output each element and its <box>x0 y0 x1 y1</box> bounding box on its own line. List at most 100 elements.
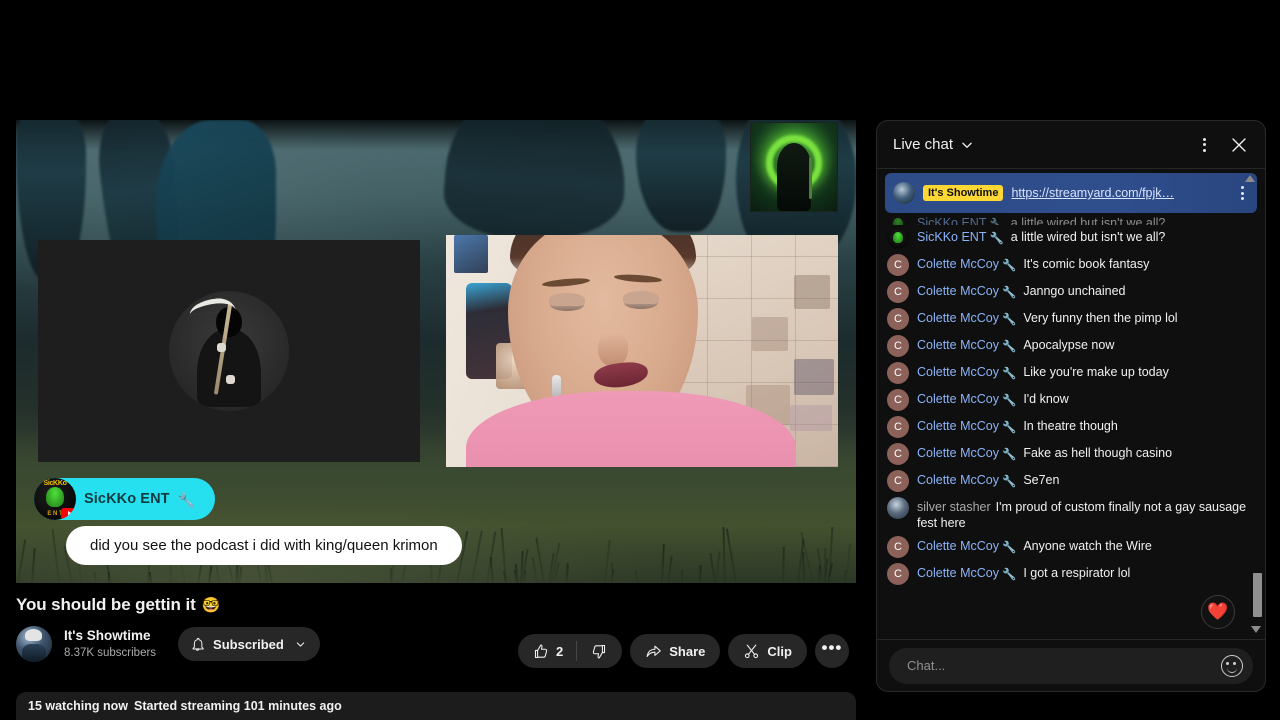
avatar[interactable] <box>887 215 909 225</box>
pinned-author-badge: It's Showtime <box>923 185 1003 201</box>
avatar[interactable]: C <box>887 536 909 558</box>
chat-input[interactable]: Chat... <box>889 648 1253 684</box>
avatar[interactable] <box>887 227 909 249</box>
scroll-down-arrow-icon[interactable] <box>1251 626 1261 633</box>
scroll-up-arrow-icon[interactable] <box>1245 175 1255 182</box>
chat-message-text: I got a respirator lol <box>1023 566 1130 580</box>
dislike-button[interactable] <box>577 634 622 668</box>
chat-message-text: It's comic book fantasy <box>1023 257 1149 271</box>
subscribed-button[interactable]: Subscribed <box>178 627 320 661</box>
chat-message-author[interactable]: Colette McCoy <box>917 419 999 433</box>
chat-message-text: Anyone watch the Wire <box>1023 539 1152 553</box>
chat-message-author[interactable]: Colette McCoy <box>917 392 999 406</box>
avatar[interactable]: C <box>887 281 909 303</box>
chat-message-author[interactable]: SicKKo ENT <box>917 230 986 244</box>
thumbs-down-icon <box>590 643 607 660</box>
wrench-icon: 🔧 <box>1002 312 1016 328</box>
chat-message-list[interactable]: SicKKo ENT 🔧 a little wired but isn't we a… <box>877 213 1265 639</box>
avatar[interactable]: C <box>887 335 909 357</box>
avatar[interactable] <box>16 626 52 662</box>
chat-message-body: Colette McCoy 🔧 Janngo unchained <box>917 283 1247 300</box>
chat-message-text: Like you're make up today <box>1023 365 1169 379</box>
chat-message-author[interactable]: Colette McCoy <box>917 539 999 553</box>
chat-input-placeholder: Chat... <box>907 658 1221 673</box>
chat-message-body: Colette McCoy 🔧 Fake as hell though casino <box>917 445 1247 462</box>
pinned-message[interactable]: It's Showtime https://streamyard.com/fpj… <box>885 173 1257 213</box>
wrench-icon: 🔧 <box>1002 540 1016 556</box>
chat-message[interactable]: C Colette McCoy 🔧 I'd know <box>877 387 1265 414</box>
avatar[interactable]: C <box>887 470 909 492</box>
chat-message-author[interactable]: Colette McCoy <box>917 446 999 460</box>
avatar[interactable]: C <box>887 362 909 384</box>
chat-message-author[interactable]: Colette McCoy <box>917 311 999 325</box>
overlay-speech-text: did you see the podcast i did with king/… <box>90 537 438 554</box>
like-button[interactable]: 2 <box>518 634 576 668</box>
chat-message[interactable]: C Colette McCoy 🔧 Fake as hell though casin… <box>877 441 1265 468</box>
chat-message-author[interactable]: Colette McCoy <box>917 257 999 271</box>
chat-message-author[interactable]: Colette McCoy <box>917 365 999 379</box>
bell-icon <box>190 636 205 652</box>
pinned-more-button[interactable] <box>1233 186 1251 200</box>
chat-message[interactable]: C Colette McCoy 🔧 I got a respirator lol <box>877 561 1265 588</box>
chat-options-menu-button[interactable] <box>1189 130 1219 160</box>
avatar[interactable]: C <box>887 389 909 411</box>
overlay-speech-bubble: did you see the podcast i did with king/… <box>66 526 462 565</box>
grim-reaper-icon <box>169 291 289 411</box>
chat-message[interactable]: C Colette McCoy 🔧 It's comic book fantasy <box>877 252 1265 279</box>
chat-message-body: SicKKo ENT 🔧 a little wired but isn't we a… <box>917 215 1247 225</box>
overlay-name-label: SicKKo ENT <box>84 491 170 507</box>
chat-message-body: Colette McCoy 🔧 It's comic book fantasy <box>917 256 1247 273</box>
video-action-buttons: 2 Share Clip ••• <box>518 634 849 668</box>
clip-button[interactable]: Clip <box>728 634 807 668</box>
channel-name[interactable]: It's Showtime <box>64 628 156 645</box>
chevron-down-icon[interactable] <box>960 138 974 152</box>
avatar <box>893 182 915 204</box>
chat-message[interactable]: SicKKo ENT 🔧 a little wired but isn't we a… <box>877 215 1265 225</box>
heart-icon: ❤️ <box>1207 602 1228 622</box>
avatar[interactable]: C <box>887 308 909 330</box>
more-actions-button[interactable]: ••• <box>815 634 849 668</box>
chat-message[interactable]: silver stasher I'm proud of custom finall… <box>877 495 1265 534</box>
chat-message[interactable]: C Colette McCoy 🔧 Janngo unchained <box>877 279 1265 306</box>
heart-reaction-button[interactable]: ❤️ <box>1201 595 1235 629</box>
chat-message-body: Colette McCoy 🔧 Apocalypse now <box>917 337 1247 354</box>
chat-input-bar: Chat... <box>877 639 1265 691</box>
chat-message-author[interactable]: Colette McCoy <box>917 338 999 352</box>
avatar[interactable]: C <box>887 443 909 465</box>
close-icon[interactable] <box>1223 129 1255 161</box>
pip-thumbnail[interactable] <box>750 122 838 212</box>
chat-message-text: Fake as hell though casino <box>1023 446 1172 460</box>
chat-message[interactable]: C Colette McCoy 🔧 Apocalypse now <box>877 333 1265 360</box>
emoji-picker-icon[interactable] <box>1221 655 1243 677</box>
chat-message[interactable]: C Colette McCoy 🔧 In theatre though <box>877 414 1265 441</box>
chat-message-text: Janngo unchained <box>1023 284 1125 298</box>
chat-message-body: Colette McCoy 🔧 Very funny then the pimp l… <box>917 310 1247 327</box>
chat-message-author[interactable]: silver stasher <box>917 500 991 514</box>
chat-message[interactable]: C Colette McCoy 🔧 Se7en <box>877 468 1265 495</box>
chat-message[interactable]: C Colette McCoy 🔧 Like you're make up today <box>877 360 1265 387</box>
chat-message[interactable]: C Colette McCoy 🔧 Anyone watch the Wire <box>877 534 1265 561</box>
chat-scrollbar[interactable] <box>1253 573 1262 617</box>
chat-message[interactable]: SicKKo ENT 🔧 a little wired but isn't we a… <box>877 225 1265 252</box>
thumbs-up-icon <box>533 643 550 660</box>
wrench-icon: 🔧 <box>1002 258 1016 274</box>
avatar[interactable]: C <box>887 416 909 438</box>
page-title: You should be gettin it 🤓 <box>16 595 856 615</box>
avatar[interactable] <box>887 497 909 519</box>
chat-message-author[interactable]: SicKKo ENT <box>917 216 986 225</box>
pinned-link[interactable]: https://streamyard.com/fpjk… <box>1011 186 1225 200</box>
video-player[interactable]: SicKKo E N T SicKKo ENT 🔧 did you see th… <box>16 120 856 583</box>
chat-message-text: I'd know <box>1023 392 1068 406</box>
chat-message-author[interactable]: Colette McCoy <box>917 284 999 298</box>
chat-message-text: a little wired but isn't we all? <box>1011 216 1166 225</box>
chat-message-text: a little wired but isn't we all? <box>1011 230 1166 244</box>
chat-message-author[interactable]: Colette McCoy <box>917 566 999 580</box>
avatar[interactable]: C <box>887 254 909 276</box>
avatar[interactable]: C <box>887 563 909 585</box>
chevron-down-icon <box>295 639 306 650</box>
chat-message[interactable]: C Colette McCoy 🔧 Very funny then the pimp … <box>877 306 1265 333</box>
chat-message-author[interactable]: Colette McCoy <box>917 473 999 487</box>
share-button[interactable]: Share <box>630 634 720 668</box>
chat-message-body: Colette McCoy 🔧 I got a respirator lol <box>917 565 1247 582</box>
chat-header: Live chat <box>877 121 1265 169</box>
